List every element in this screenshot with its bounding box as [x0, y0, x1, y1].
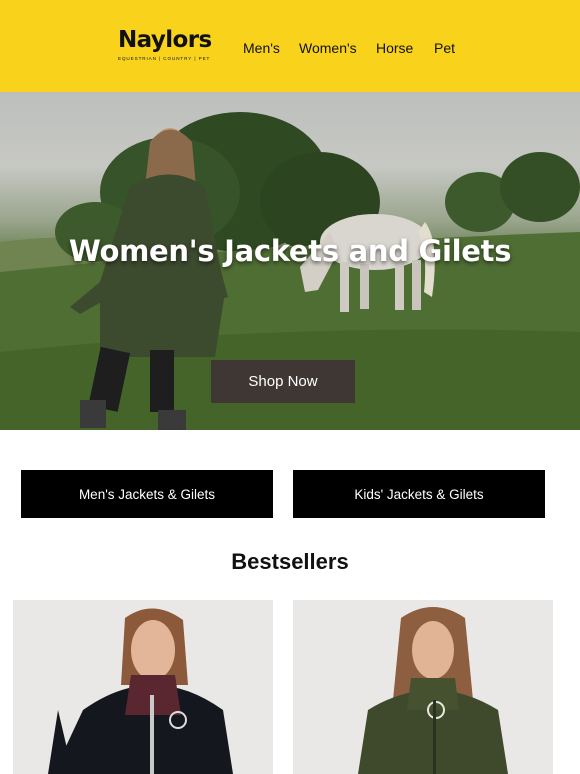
nav-item-womens[interactable]: Women's: [299, 40, 357, 56]
product-card[interactable]: [293, 600, 553, 774]
product-image: [358, 607, 508, 774]
mens-jackets-button[interactable]: Men's Jackets & Gilets: [21, 470, 273, 518]
nav-item-pet[interactable]: Pet: [434, 40, 455, 56]
naylors-logo[interactable]: Naylors EQUESTRIAN | COUNTRY | PET: [118, 26, 212, 61]
product-card[interactable]: [13, 600, 273, 774]
bestsellers-title: Bestsellers: [231, 549, 349, 574]
logo-tagline: EQUESTRIAN | COUNTRY | PET: [118, 56, 211, 61]
logo-wordmark: Naylors: [118, 27, 212, 53]
hero-banner[interactable]: Women's Jackets and Gilets Shop Now: [0, 92, 580, 430]
shop-now-button[interactable]: Shop Now: [211, 360, 355, 403]
header: Naylors EQUESTRIAN | COUNTRY | PET Men's…: [0, 0, 580, 92]
kids-jackets-button[interactable]: Kids' Jackets & Gilets: [293, 470, 545, 518]
nav-item-horse[interactable]: Horse: [376, 40, 413, 56]
hero-title: Women's Jackets and Gilets: [68, 234, 512, 268]
nav-item-mens[interactable]: Men's: [243, 40, 280, 56]
product-image: [48, 608, 233, 774]
